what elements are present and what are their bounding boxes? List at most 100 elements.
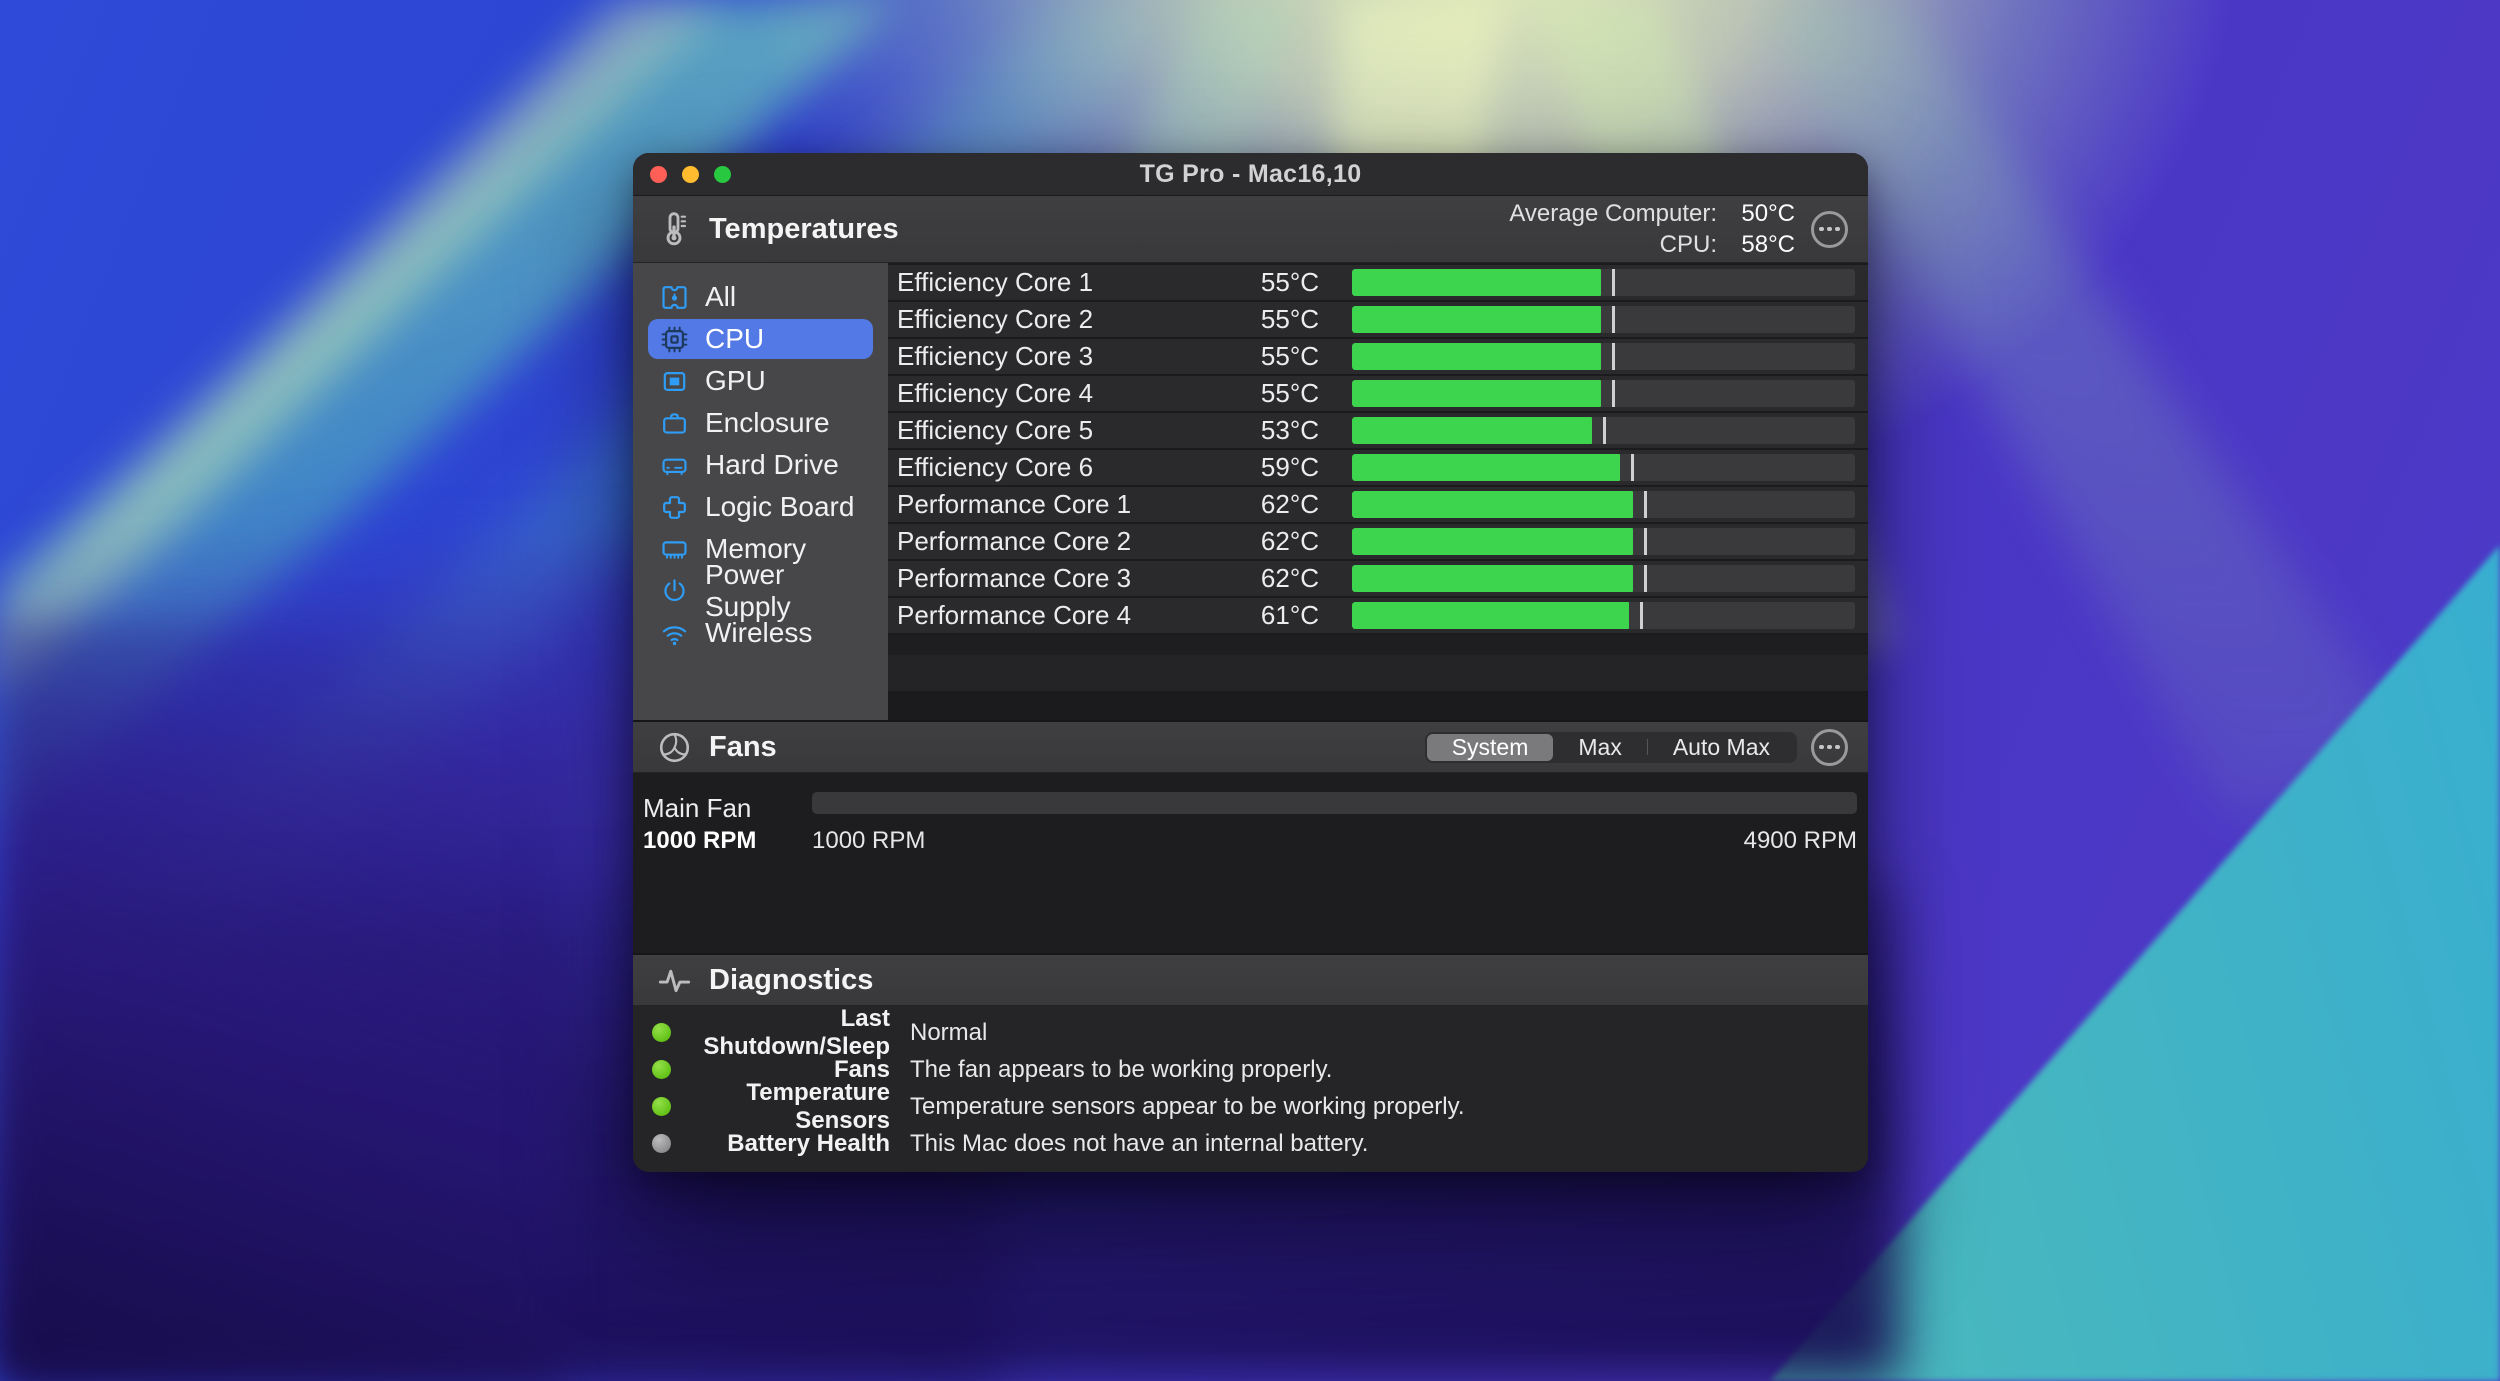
average-computer-value: 50°C — [1741, 199, 1795, 227]
table-row: Efficiency Core 3 55°C — [888, 339, 1868, 374]
temperature-bar-fill — [1352, 602, 1629, 629]
temperature-bar-tick — [1639, 602, 1643, 629]
temperature-bar-tick — [1644, 491, 1648, 518]
fan-name: Main Fan — [643, 793, 752, 823]
temperature-bar-tick — [1612, 306, 1616, 333]
diagnostics-title: Diagnostics — [709, 963, 874, 996]
fan-mode-system[interactable]: System — [1426, 733, 1554, 761]
diagnostic-row: Battery Health This Mac does not have an … — [633, 1125, 1868, 1162]
gpu-icon — [659, 366, 690, 397]
diagnostic-label: Last Shutdown/Sleep — [703, 1004, 890, 1060]
sensor-value: 53°C — [1260, 415, 1319, 445]
fan-current-rpm: 1000 RPM — [643, 827, 757, 854]
diagnostic-row: Last Shutdown/Sleep Normal — [633, 1005, 1868, 1060]
temperature-bar — [1352, 528, 1855, 555]
fan-rpm-scale: 1000 RPM 1000 RPM 4900 RPM — [643, 827, 1857, 855]
sidebar-item-label: Enclosure — [705, 407, 830, 438]
temperature-bar-fill — [1352, 491, 1634, 518]
diagnostics-header: Diagnostics — [633, 953, 1868, 1006]
temperature-bar — [1352, 454, 1855, 481]
enclosure-icon — [659, 408, 690, 439]
fans-body: Main Fan 1000 RPM 1000 RPM 4900 RPM — [633, 773, 1868, 953]
sensor-label: Performance Core 2 — [897, 526, 1132, 556]
cpu-average-label: CPU: — [1659, 230, 1717, 258]
table-row: Efficiency Core 5 53°C — [888, 413, 1868, 448]
sidebar-item-label: Wireless — [705, 617, 813, 648]
sidebar-item-cpu[interactable]: CPU — [648, 319, 873, 359]
diagnostic-label: Battery Health — [727, 1129, 890, 1157]
sensor-value: 55°C — [1260, 378, 1319, 408]
sensor-label: Performance Core 3 — [897, 563, 1132, 593]
fans-options-button[interactable] — [1811, 728, 1848, 766]
table-row: Efficiency Core 6 59°C — [888, 450, 1868, 485]
temperature-bar-fill — [1352, 417, 1592, 444]
empty-row-stripe — [888, 635, 1868, 655]
temperature-bar-fill — [1352, 454, 1620, 481]
sensor-value: 61°C — [1260, 600, 1319, 630]
temperature-bar-fill — [1352, 565, 1634, 592]
table-row: Efficiency Core 2 55°C — [888, 302, 1868, 337]
table-row: Efficiency Core 1 55°C — [888, 265, 1868, 300]
memory-icon — [659, 534, 690, 565]
temperature-bar-tick — [1612, 343, 1616, 370]
sensor-value: 55°C — [1260, 267, 1319, 297]
close-button[interactable] — [650, 165, 667, 183]
status-dot-gray — [652, 1134, 671, 1153]
temperature-bar — [1352, 602, 1855, 629]
tgpro-window: TG Pro - Mac16,10 Temperatures Average C… — [633, 153, 1868, 1172]
temperature-table: Efficiency Core 1 55°C Efficiency Core 2 55… — [888, 263, 1868, 720]
temperature-bar — [1352, 491, 1855, 518]
fan-speed-bar — [812, 792, 1857, 814]
pulse-icon — [653, 959, 695, 1001]
sidebar-item-all[interactable]: All — [648, 277, 873, 317]
diagnostic-description: The fan appears to be working properly. — [910, 1055, 1333, 1083]
minimize-button[interactable] — [682, 165, 699, 183]
temperature-bar-fill — [1352, 380, 1601, 407]
fans-title: Fans — [709, 730, 777, 763]
category-sidebar: All CPU GPU Enclosure Hard Drive Logic Board M… — [633, 263, 888, 720]
traffic-lights — [650, 153, 731, 195]
sensor-label: Performance Core 1 — [897, 489, 1132, 519]
sidebar-item-gpu[interactable]: GPU — [648, 361, 873, 401]
thermometer-icon — [653, 208, 695, 250]
temperature-bar — [1352, 306, 1855, 333]
temperature-bar-tick — [1602, 417, 1606, 444]
fan-max-rpm: 4900 RPM — [1743, 827, 1857, 854]
window-title: TG Pro - Mac16,10 — [1139, 159, 1362, 188]
fans-header: Fans System Max Auto Max — [633, 720, 1868, 773]
sensor-label: Efficiency Core 3 — [897, 341, 1094, 371]
average-computer-label: Average Computer: — [1509, 199, 1717, 227]
table-row: Performance Core 1 62°C — [888, 487, 1868, 522]
cpu-average-value: 58°C — [1741, 230, 1795, 258]
sidebar-item-hard-drive[interactable]: Hard Drive — [648, 445, 873, 485]
fan-mode-max[interactable]: Max — [1553, 734, 1646, 761]
window-titlebar[interactable]: TG Pro - Mac16,10 — [633, 153, 1868, 196]
temperatures-header: Temperatures Average Computer: 50°C CPU:… — [633, 196, 1868, 263]
diagnostic-description: This Mac does not have an internal batte… — [910, 1129, 1369, 1157]
sensor-label: Efficiency Core 1 — [897, 267, 1094, 297]
temperatures-main: All CPU GPU Enclosure Hard Drive Logic Board M… — [633, 263, 1868, 720]
sidebar-item-label: CPU — [705, 323, 765, 354]
temperature-bar — [1352, 565, 1855, 592]
sidebar-item-power-supply[interactable]: Power Supply — [648, 559, 873, 622]
sensor-label: Efficiency Core 5 — [897, 415, 1094, 445]
empty-row-stripe — [888, 655, 1868, 691]
zoom-button[interactable] — [714, 165, 731, 183]
temperatures-options-button[interactable] — [1811, 210, 1848, 248]
status-dot-green — [652, 1023, 671, 1042]
sidebar-item-label: Logic Board — [705, 491, 855, 522]
sidebar-item-label: Hard Drive — [705, 449, 839, 480]
sensor-label: Performance Core 4 — [897, 600, 1132, 630]
diagnostic-row: Temperature Sensors Temperature sensors a… — [633, 1079, 1868, 1134]
power-supply-icon — [659, 576, 690, 607]
wallpaper-corner-shadow — [0, 620, 560, 1381]
fan-mode-segmented-control: System Max Auto Max — [1424, 731, 1797, 763]
hard-drive-icon — [659, 450, 690, 481]
diagnostic-description: Temperature sensors appear to be working… — [910, 1092, 1465, 1120]
sensor-value: 59°C — [1260, 452, 1319, 482]
sidebar-item-enclosure[interactable]: Enclosure — [648, 403, 873, 443]
all-icon — [659, 282, 690, 313]
sidebar-item-logic-board[interactable]: Logic Board — [648, 487, 873, 527]
sensor-value: 55°C — [1260, 341, 1319, 371]
fan-mode-auto-max[interactable]: Auto Max — [1648, 734, 1795, 761]
